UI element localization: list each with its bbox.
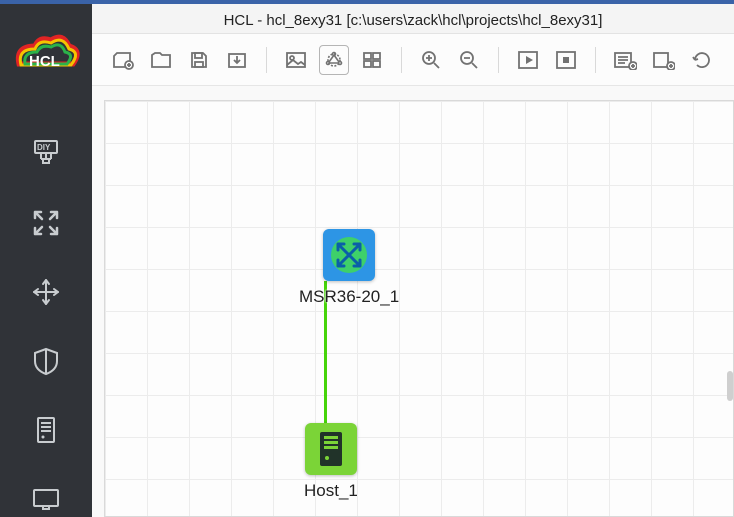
node-router-label: MSR36-20_1: [299, 287, 399, 307]
title-project: hcl_8exy31: [266, 12, 342, 29]
new-file-button[interactable]: [108, 45, 138, 75]
node-router[interactable]: MSR36-20_1: [299, 229, 399, 307]
scrollbar-thumb[interactable]: [727, 371, 733, 401]
svg-text:HCL: HCL: [29, 53, 60, 70]
hcl-logo: HCL: [11, 32, 81, 80]
graph-button[interactable]: [319, 45, 349, 75]
sidebar-expand-button[interactable]: [26, 205, 66, 242]
node-host[interactable]: Host_1: [304, 423, 358, 501]
zoom-in-button[interactable]: [416, 45, 446, 75]
sidebar-monitor-button[interactable]: [26, 480, 66, 517]
main-area: HCL - hcl_8exy31 [c:\users\zack\hcl\proj…: [92, 0, 734, 517]
sidebar-diy-button[interactable]: DIY: [26, 136, 66, 173]
grid-button[interactable]: [357, 45, 387, 75]
canvas-area: MSR36-20_1 Host_1: [92, 86, 734, 517]
toolbar: [92, 34, 734, 86]
svg-text:DIY: DIY: [37, 143, 51, 152]
toolbar-separator: [401, 47, 402, 73]
save-button[interactable]: [184, 45, 214, 75]
export-button[interactable]: [222, 45, 252, 75]
zoom-out-button[interactable]: [454, 45, 484, 75]
topology-canvas[interactable]: MSR36-20_1 Host_1: [104, 100, 734, 517]
add-node-button[interactable]: [648, 45, 678, 75]
toolbar-separator: [498, 47, 499, 73]
toolbar-separator: [266, 47, 267, 73]
add-list-button[interactable]: [610, 45, 640, 75]
sidebar-move-button[interactable]: [26, 274, 66, 311]
play-button[interactable]: [513, 45, 543, 75]
image-button[interactable]: [281, 45, 311, 75]
node-host-label: Host_1: [304, 481, 358, 501]
open-file-button[interactable]: [146, 45, 176, 75]
sidebar-shield-button[interactable]: [26, 342, 66, 379]
stop-button[interactable]: [551, 45, 581, 75]
title-bar: HCL - hcl_8exy31 [c:\users\zack\hcl\proj…: [92, 0, 734, 34]
reload-button[interactable]: [686, 45, 716, 75]
title-app: HCL: [224, 12, 253, 29]
toolbar-separator: [595, 47, 596, 73]
router-icon: [323, 229, 375, 281]
title-path: c:\users\zack\hcl\projects\hcl_8exy31: [351, 12, 599, 29]
sidebar-server-button[interactable]: [26, 411, 66, 448]
host-icon: [305, 423, 357, 475]
left-sidebar: HCL DIY: [0, 0, 92, 517]
